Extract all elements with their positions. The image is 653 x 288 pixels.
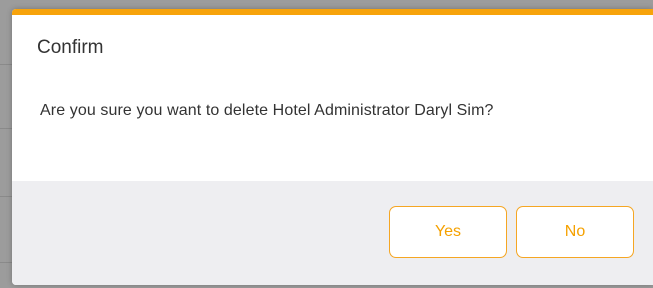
- backdrop-divider: [0, 64, 12, 65]
- dialog-message: Are you sure you want to delete Hotel Ad…: [40, 102, 494, 119]
- yes-button[interactable]: Yes: [389, 206, 507, 258]
- dialog-title: Confirm: [37, 37, 104, 58]
- dialog-footer: Yes No: [12, 181, 653, 285]
- backdrop-divider: [0, 196, 12, 197]
- backdrop-divider: [0, 262, 12, 263]
- dialog-accent-bar: [12, 9, 653, 15]
- backdrop-divider: [0, 128, 12, 129]
- no-button[interactable]: No: [516, 206, 634, 258]
- confirm-dialog: Confirm Are you sure you want to delete …: [12, 9, 653, 285]
